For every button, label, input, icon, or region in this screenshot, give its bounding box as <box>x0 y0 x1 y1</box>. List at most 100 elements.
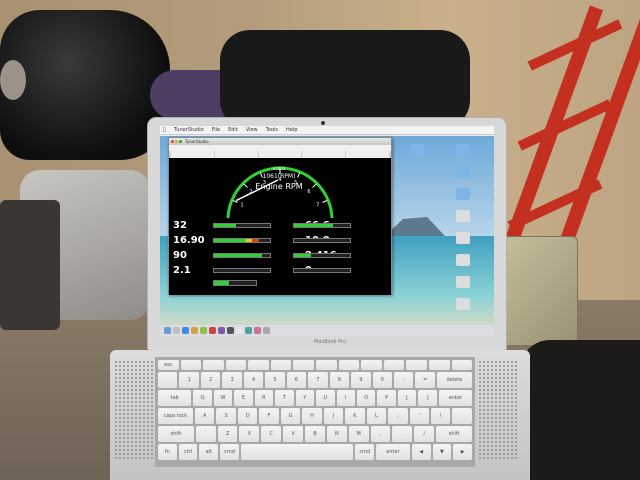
document-icon[interactable] <box>456 276 470 288</box>
keyboard-key[interactable]: . <box>392 426 413 442</box>
keyboard-key[interactable]: alt <box>199 444 219 460</box>
tab[interactable] <box>258 151 302 158</box>
app-icon[interactable] <box>191 327 198 334</box>
keyboard-key[interactable]: Y <box>295 390 315 406</box>
keyboard-key[interactable]: 9 <box>351 372 371 388</box>
keyboard-key[interactable] <box>338 360 360 370</box>
keyboard-key[interactable]: 7 <box>308 372 328 388</box>
keyboard-key[interactable]: O <box>356 390 376 406</box>
keyboard-key[interactable] <box>203 360 224 370</box>
keyboard-key[interactable] <box>383 360 405 370</box>
keyboard-key[interactable]: K <box>345 408 365 424</box>
folder-icon[interactable] <box>456 188 470 200</box>
terminal-icon[interactable] <box>227 327 234 334</box>
keyboard-key[interactable]: ' <box>409 408 430 424</box>
keyboard-key[interactable]: B <box>305 426 325 442</box>
keyboard-key[interactable]: F <box>259 408 279 424</box>
keyboard-key[interactable]: / <box>414 426 435 442</box>
keyboard-key[interactable]: caps lock <box>158 408 194 424</box>
keyboard-key[interactable]: - <box>393 372 414 388</box>
app-icon[interactable] <box>173 327 180 334</box>
keyboard-key[interactable]: W <box>213 390 233 406</box>
keyboard-key[interactable]: X <box>239 426 260 442</box>
menu-item[interactable]: Tools <box>266 127 278 133</box>
keyboard-key[interactable]: ctrl <box>178 444 198 460</box>
app-icon[interactable] <box>200 327 207 334</box>
keyboard-key[interactable]: H <box>302 408 322 424</box>
folder-icon[interactable] <box>410 144 424 156</box>
keyboard-key[interactable]: U <box>316 390 335 406</box>
minimize-icon[interactable] <box>175 140 178 143</box>
keyboard-key[interactable]: ` <box>195 426 216 442</box>
menu-item[interactable]: File <box>212 127 220 133</box>
keyboard-key[interactable]: ◀ <box>411 444 431 460</box>
keyboard-key[interactable]: A <box>195 408 215 424</box>
keyboard-key[interactable]: enter <box>376 444 410 460</box>
keyboard-key[interactable]: P <box>377 390 396 406</box>
keyboard-key[interactable]: 1 <box>179 372 199 388</box>
keyboard-key[interactable]: ; <box>388 408 408 424</box>
browser-icon[interactable] <box>182 327 189 334</box>
document-icon[interactable] <box>456 232 470 244</box>
keyboard-key[interactable]: = <box>415 372 435 388</box>
keyboard-key[interactable]: esc <box>158 360 179 370</box>
app-icon[interactable] <box>209 327 216 334</box>
keyboard-key[interactable]: 0 <box>372 372 392 388</box>
menu-item[interactable]: Edit <box>228 127 238 133</box>
tab[interactable] <box>302 151 346 158</box>
keyboard-key[interactable] <box>158 372 178 388</box>
keyboard-key[interactable]: C <box>261 426 282 442</box>
keyboard-key[interactable]: G <box>280 408 301 424</box>
keyboard-key[interactable] <box>180 360 202 370</box>
app-icon[interactable] <box>236 327 243 334</box>
keyboard-key[interactable] <box>225 360 247 370</box>
window-titlebar[interactable]: TunerStudio <box>169 138 391 145</box>
keyboard-key[interactable] <box>293 360 315 370</box>
keyboard-key[interactable]: R <box>254 390 274 406</box>
keyboard-key[interactable]: shift <box>436 426 472 442</box>
keyboard-key[interactable]: 5 <box>265 372 285 388</box>
close-icon[interactable] <box>171 140 174 143</box>
keyboard-key[interactable]: 6 <box>286 372 307 388</box>
keyboard-key[interactable]: 4 <box>243 372 264 388</box>
keyboard-key[interactable]: 8 <box>329 372 350 388</box>
keyboard-key[interactable]: Z <box>217 426 238 442</box>
folder-icon[interactable] <box>456 166 470 178</box>
keyboard-key[interactable]: M <box>348 426 369 442</box>
keyboard-key[interactable]: I <box>336 390 355 406</box>
keyboard-key[interactable]: tab <box>158 390 192 406</box>
keyboard-key[interactable]: ] <box>418 390 437 406</box>
document-icon[interactable] <box>456 254 470 266</box>
app-icon[interactable] <box>218 327 225 334</box>
keyboard-key[interactable] <box>452 408 472 424</box>
keyboard-key[interactable]: S <box>216 408 236 424</box>
keyboard-key[interactable]: J <box>323 408 344 424</box>
keyboard-key[interactable]: ▶ <box>453 444 472 460</box>
keyboard-key[interactable]: delete <box>436 372 472 388</box>
keyboard-key[interactable]: enter <box>438 390 473 406</box>
keyboard-key[interactable]: E <box>234 390 253 406</box>
keyboard-key[interactable] <box>240 444 354 460</box>
trash-icon[interactable] <box>263 327 270 334</box>
keyboard-key[interactable]: D <box>237 408 258 424</box>
menu-item[interactable]: TunerStudio <box>174 127 204 133</box>
keyboard-key[interactable]: ▼ <box>432 444 452 460</box>
drive-icon[interactable] <box>456 210 470 222</box>
finder-icon[interactable] <box>164 327 171 334</box>
menu-item[interactable]: View <box>246 127 258 133</box>
keyboard-key[interactable]: Q <box>193 390 212 406</box>
keyboard-key[interactable] <box>361 360 382 370</box>
tab[interactable] <box>346 151 389 158</box>
keyboard-key[interactable]: T <box>275 390 294 406</box>
keyboard-key[interactable]: 3 <box>222 372 242 388</box>
keyboard-key[interactable]: cmd <box>220 444 239 460</box>
keyboard-key[interactable]: V <box>283 426 304 442</box>
keyboard-key[interactable]: \ <box>431 408 451 424</box>
tab[interactable] <box>171 151 214 158</box>
keyboard-key[interactable] <box>316 360 337 370</box>
keyboard-key[interactable]: L <box>366 408 387 424</box>
keyboard-key[interactable]: fn <box>158 444 177 460</box>
keyboard-key[interactable] <box>248 360 269 370</box>
keyboard-key[interactable] <box>451 360 473 370</box>
keyboard-key[interactable]: cmd <box>355 444 375 460</box>
